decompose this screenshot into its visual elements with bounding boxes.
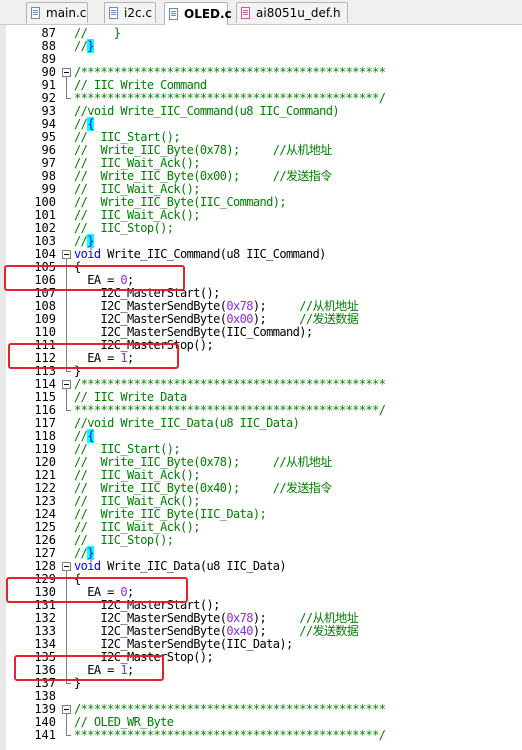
file-tab-bar: main.c i2c.c OLED.c ai8051u_def.h [0, 0, 522, 25]
tab-label: main.c [46, 6, 87, 20]
tab-label: i2c.c [124, 6, 152, 20]
h-file-icon [241, 6, 251, 20]
annotation-highlight-box [4, 265, 185, 291]
tab-i2c-c[interactable]: i2c.c [104, 2, 156, 23]
fold-guide [66, 389, 67, 411]
code-text: //void Write_IIC_Command(u8 IIC_Command) [74, 104, 340, 118]
fold-toggle-icon[interactable] [62, 562, 71, 571]
fold-toggle-icon[interactable] [62, 380, 71, 389]
code-line[interactable]: 141 *************************************… [0, 729, 522, 742]
fold-guide-end [66, 98, 71, 99]
tab-ai8051u-def-h[interactable]: ai8051u_def.h [236, 2, 348, 23]
fold-guide-end [66, 371, 71, 372]
code-text: ****************************************… [74, 728, 386, 742]
code-text: //void Write_IIC_Data(u8 IIC_Data) [74, 416, 300, 430]
line-number: 141 [34, 728, 56, 742]
code-line[interactable]: 88//} [0, 39, 522, 53]
code-text: void Write_IIC_Data(u8 IIC_Data) [74, 559, 287, 573]
c-file-icon [31, 6, 41, 20]
code-text: void Write_IIC_Command(u8 IIC_Command) [74, 247, 326, 261]
tab-label: OLED.c [184, 7, 232, 21]
annotation-highlight-box [14, 655, 164, 681]
code-editor[interactable]: 87// } 88//} 89 90/************************… [0, 25, 522, 750]
fold-guide-end [66, 735, 71, 736]
annotation-highlight-box [8, 343, 179, 369]
fold-guide [66, 714, 67, 736]
fold-toggle-icon[interactable] [62, 250, 71, 259]
fold-guide-end [66, 683, 71, 684]
c-file-icon [109, 6, 119, 20]
c-file-icon [169, 7, 179, 21]
tab-label: ai8051u_def.h [256, 6, 341, 20]
fold-toggle-icon[interactable] [62, 68, 71, 77]
code-text: //} [74, 39, 94, 53]
fold-toggle-icon[interactable] [62, 705, 71, 714]
fold-guide-end [66, 410, 71, 411]
tab-oled-c[interactable]: OLED.c [164, 2, 232, 25]
fold-guide [66, 77, 67, 99]
tab-main-c[interactable]: main.c [26, 2, 88, 23]
annotation-highlight-box [6, 577, 188, 603]
